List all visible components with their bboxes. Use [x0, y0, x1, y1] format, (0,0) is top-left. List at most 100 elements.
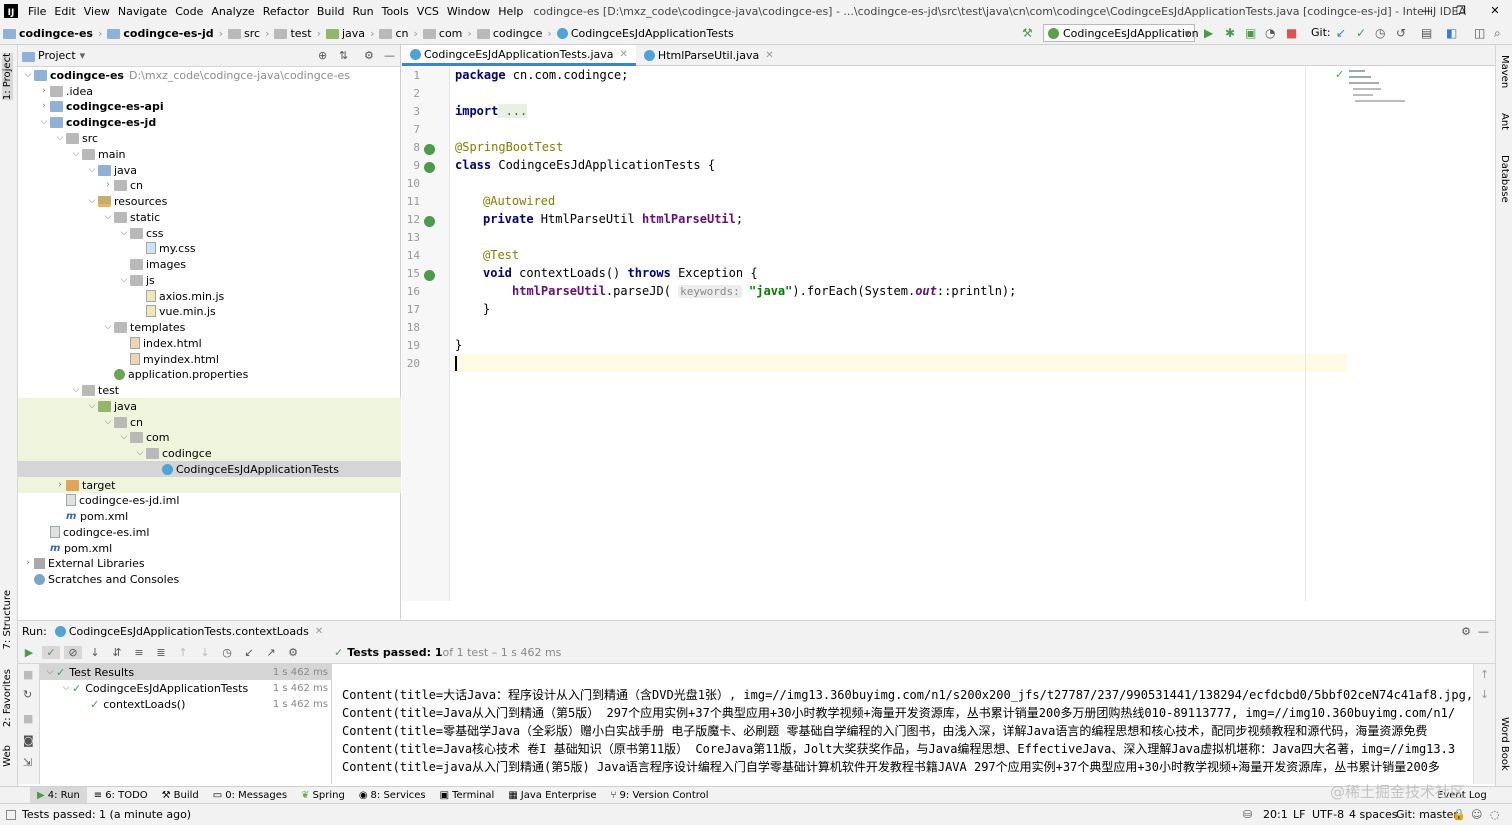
hide-icon[interactable]: — [384, 49, 395, 62]
sort-alpha-icon[interactable]: ↓ [86, 646, 104, 659]
test-results-root[interactable]: ⌵ ✓ Test Results 1 s 462 ms [40, 664, 332, 680]
restore-layout-icon[interactable]: ↻ [23, 688, 32, 701]
profile-icon[interactable]: ◔ [1265, 26, 1275, 40]
run-test-icon[interactable] [424, 162, 435, 173]
close-tab-icon[interactable]: ✕ [315, 626, 323, 637]
tree-item-test-com[interactable]: ⌵ com [18, 429, 401, 445]
build-hammer-icon[interactable]: ⚒ [1022, 26, 1033, 40]
tree-item-codingce-es[interactable]: ⌵ codingce-es D:\mxz_code\codingce-java\co… [18, 67, 401, 83]
file-encoding[interactable]: UTF-8 [1312, 808, 1344, 821]
tree-item-templates[interactable]: ⌵ templates [18, 319, 401, 335]
search-everywhere-icon[interactable]: ⌕ [1494, 26, 1501, 41]
breadcrumb-cn[interactable]: cn [376, 27, 411, 40]
tree-item-test[interactable]: ⌵ test [18, 382, 401, 398]
line-separator[interactable]: LF [1293, 808, 1305, 821]
show-ignored-icon[interactable]: ⊘ [64, 646, 82, 659]
debug-icon[interactable]: ✱ [1225, 26, 1235, 40]
chevron-down-icon[interactable]: ▾ [80, 49, 86, 62]
ant-tool-tab[interactable]: Ant [1499, 113, 1510, 130]
tab-version-control[interactable]: ⑂ 9: Version Control [604, 787, 716, 804]
menu-code[interactable]: Code [171, 5, 207, 18]
folded-imports[interactable]: ... [498, 104, 528, 118]
lock-icon[interactable]: 🔒 [1452, 808, 1466, 821]
close-icon[interactable]: ✕ [1478, 0, 1512, 22]
menu-run[interactable]: Run [349, 5, 378, 18]
tree-item-css[interactable]: ⌵ css [18, 225, 401, 241]
tab-build[interactable]: ⚒ Build [155, 787, 206, 804]
tree-item-es-pom[interactable]: m pom.xml [18, 540, 401, 556]
run-icon[interactable]: ▶ [1204, 26, 1213, 40]
tab-services[interactable]: ◉ 8: Services [352, 787, 433, 804]
scroll-down-icon[interactable]: ↓ [1480, 688, 1489, 701]
sort-duration-icon[interactable]: ⇵ [108, 646, 126, 659]
menu-analyze[interactable]: Analyze [207, 5, 258, 18]
web-tool-tab[interactable]: Web [2, 745, 13, 767]
breadcrumb-com[interactable]: com [420, 27, 466, 40]
tree-item-myindex-html[interactable]: myindex.html [18, 351, 401, 367]
stop-icon[interactable]: ■ [23, 668, 33, 681]
menu-vcs[interactable]: VCS [413, 5, 443, 18]
maven-tool-tab[interactable]: Maven [1499, 55, 1510, 88]
run-configuration-select[interactable]: CodingceEsJdApplication ▾ [1043, 24, 1199, 42]
breadcrumb-java[interactable]: java [323, 27, 368, 40]
breadcrumb-test[interactable]: test [271, 27, 314, 40]
tree-item-main-cn[interactable]: › cn [18, 177, 401, 193]
word-book-tool-tab[interactable]: Word Book [1499, 717, 1510, 771]
tab-html-parse-util[interactable]: HtmlParseUtil.java ✕ [636, 45, 782, 66]
import-tests-icon[interactable]: ↙ [240, 646, 258, 659]
gear-icon[interactable]: ⚙ [1461, 625, 1471, 638]
history-icon[interactable]: ◷ [1375, 26, 1385, 40]
pin-icon[interactable]: ■ [23, 712, 33, 725]
expand-all-icon[interactable]: ≡ [130, 646, 148, 659]
menu-file[interactable]: File [24, 5, 50, 18]
settings-icon[interactable]: ⚙ [284, 646, 302, 659]
tree-item-my-css[interactable]: my.css [18, 240, 401, 256]
tab-messages[interactable]: ▭ 0: Messages [206, 787, 294, 804]
menu-tools[interactable]: Tools [378, 5, 413, 18]
tree-item-main-java[interactable]: ⌵ java [18, 162, 401, 178]
run-test-icon[interactable] [424, 270, 435, 281]
exit-icon[interactable]: ⇲ [23, 756, 32, 769]
next-failed-icon[interactable]: ↓ [196, 646, 214, 659]
scroll-up-icon[interactable]: ↑ [1480, 668, 1489, 681]
export-tests-icon[interactable]: ↗ [262, 646, 280, 659]
close-tab-icon[interactable]: ✕ [620, 49, 628, 60]
tree-item-test-cn[interactable]: ⌵ cn [18, 414, 401, 430]
spring-bean-icon[interactable] [424, 144, 435, 155]
menu-refactor[interactable]: Refactor [259, 5, 313, 18]
tree-item-idea[interactable]: › .idea [18, 83, 401, 99]
close-tab-icon[interactable]: ✕ [765, 50, 773, 61]
project-structure-icon[interactable]: ▤ [1421, 26, 1432, 40]
test-class-node[interactable]: ⌵ ✓ CodingceEsJdApplicationTests 1 s 462 ms [40, 680, 332, 696]
tree-item-js[interactable]: ⌵ js [18, 272, 401, 288]
tree-item-jd-iml[interactable]: codingce-es-jd.iml [18, 492, 401, 508]
toggle-tool-windows-icon[interactable] [6, 809, 16, 820]
tree-item-main[interactable]: ⌵ main [18, 146, 401, 162]
code-editor[interactable]: package cn.com.codingce; import ... @Spr… [451, 66, 1347, 601]
database-tool-tab[interactable]: Database [1499, 155, 1510, 203]
breadcrumb-class[interactable]: CodingceEsJdApplicationTests [554, 27, 737, 40]
tree-item-images[interactable]: images [18, 256, 401, 272]
camera-icon[interactable]: ◙ [23, 734, 34, 747]
tree-item-es-iml[interactable]: codingce-es.iml [18, 524, 401, 540]
tree-item-vue-js[interactable]: vue.min.js [18, 303, 401, 319]
restore-icon[interactable]: ❐ [1444, 0, 1478, 22]
menu-navigate[interactable]: Navigate [114, 5, 171, 18]
stop-icon[interactable]: ■ [1286, 26, 1297, 40]
locate-icon[interactable]: ⊕ [318, 49, 327, 62]
tree-item-resources[interactable]: ⌵ resources [18, 193, 401, 209]
project-tool-tab[interactable]: 1: Project [2, 53, 13, 101]
project-view-selector[interactable]: Project [38, 49, 76, 62]
tree-item-test-class[interactable]: CodingceEsJdApplicationTests [18, 461, 401, 477]
minimize-icon[interactable]: — [1410, 0, 1444, 22]
tab-spring[interactable]: ❦ Spring [294, 787, 352, 804]
gear-icon[interactable]: ⚙ [364, 49, 374, 62]
tab-terminal[interactable]: ▣ Terminal [433, 787, 502, 804]
tree-item-codingce-es-jd[interactable]: ⌵ codingce-es-jd [18, 114, 401, 130]
autowired-bean-icon[interactable] [424, 216, 435, 227]
memory-icon[interactable]: ⛁ [1243, 808, 1252, 821]
layout-icon[interactable]: ◫ [1474, 26, 1485, 40]
tree-item-test-java[interactable]: ⌵ java [18, 398, 401, 414]
show-passed-icon[interactable]: ✓ [42, 646, 60, 659]
breadcrumb-src[interactable]: src [225, 27, 263, 40]
